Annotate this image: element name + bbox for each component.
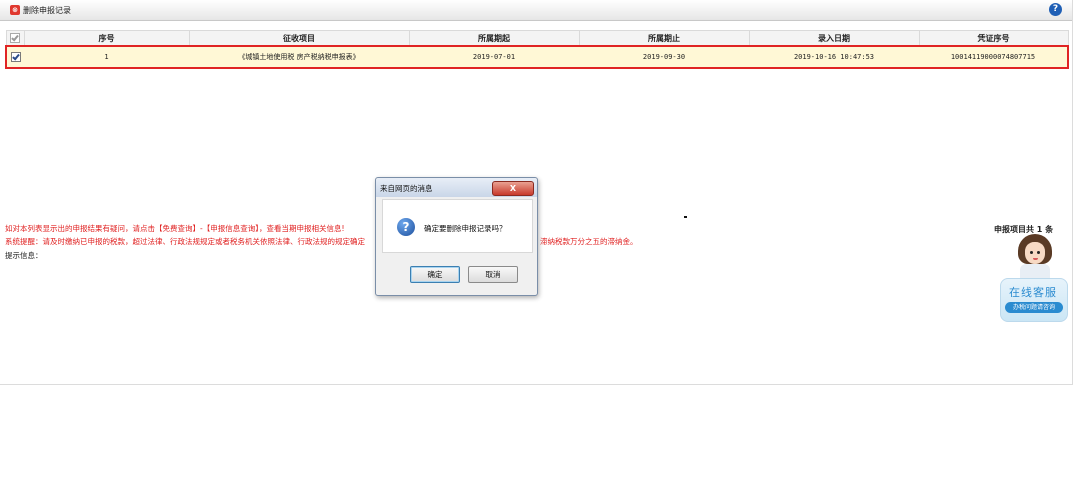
close-button[interactable]: X — [492, 181, 534, 196]
online-service-widget[interactable]: 在线客服 办税问题请咨询 — [998, 232, 1068, 324]
title-bar: ⊗ 删除申报记录 ? — [0, 0, 1072, 21]
column-header[interactable]: 凭证序号 — [918, 30, 1069, 47]
row-select-cell[interactable] — [5, 45, 24, 69]
cell-period-end: 2019-09-30 — [579, 45, 749, 69]
column-header[interactable]: 所属期起 — [408, 30, 580, 47]
query-notice: 如对本列表显示出的申报结果有疑问，请点击【免费查询】-【申报信息查询】，查看当期… — [5, 224, 345, 233]
dialog-message: 确定要删除申报记录吗？ — [424, 224, 507, 233]
records-table: 序号 征收项目 所属期起 所属期止 录入日期 凭证序号 1 《城镇土地使用税 房… — [5, 30, 1069, 69]
ok-button[interactable]: 确定 — [410, 266, 460, 283]
confirm-dialog: 来自网页的消息 X 确定 取消 — [375, 177, 538, 296]
cell-period-start: 2019-07-01 — [409, 45, 579, 69]
column-header[interactable]: 录入日期 — [748, 30, 920, 47]
service-subtitle[interactable]: 办税问题请咨询 — [1005, 302, 1063, 313]
window-title: 删除申报记录 — [23, 6, 71, 15]
cancel-button[interactable]: 取消 — [468, 266, 518, 283]
select-all-header[interactable] — [5, 30, 25, 47]
column-header[interactable]: 征收项目 — [188, 30, 410, 47]
dialog-title: 来自网页的消息 — [380, 184, 433, 193]
cell-entry-date: 2019-10-16 10:47:53 — [749, 45, 919, 69]
payment-reminder: 系统提醒：请及时缴纳已申报的税款，超过法律、行政法规规定或者税务机关依照法律、行… — [5, 237, 365, 246]
column-header[interactable]: 所属期止 — [578, 30, 750, 47]
dialog-title-bar[interactable]: 来自网页的消息 X — [376, 178, 537, 197]
column-header[interactable]: 序号 — [23, 30, 190, 47]
table-header-row: 序号 征收项目 所属期起 所属期止 录入日期 凭证序号 — [5, 30, 1069, 47]
help-icon[interactable]: ? — [1049, 3, 1062, 16]
service-avatar-body — [1020, 264, 1050, 278]
cell-item: 《城镇土地使用税 房产税纳税申报表》 — [189, 45, 409, 69]
hint-label: 提示信息： — [5, 251, 43, 260]
question-icon: ? — [397, 218, 415, 236]
stray-mark — [684, 216, 687, 218]
select-all-checkbox[interactable] — [10, 33, 20, 43]
payment-reminder-tail: 滞纳税款万分之五的滞纳金。 — [540, 237, 638, 246]
row-checkbox[interactable] — [10, 52, 21, 62]
service-title[interactable]: 在线客服 — [998, 284, 1068, 300]
cell-voucher: 10014119000074807715 — [919, 45, 1069, 69]
record-icon: ⊗ — [10, 5, 20, 15]
table-row[interactable]: 1 《城镇土地使用税 房产税纳税申报表》 2019-07-01 2019-09-… — [5, 45, 1069, 69]
cell-seq: 1 — [24, 45, 189, 69]
